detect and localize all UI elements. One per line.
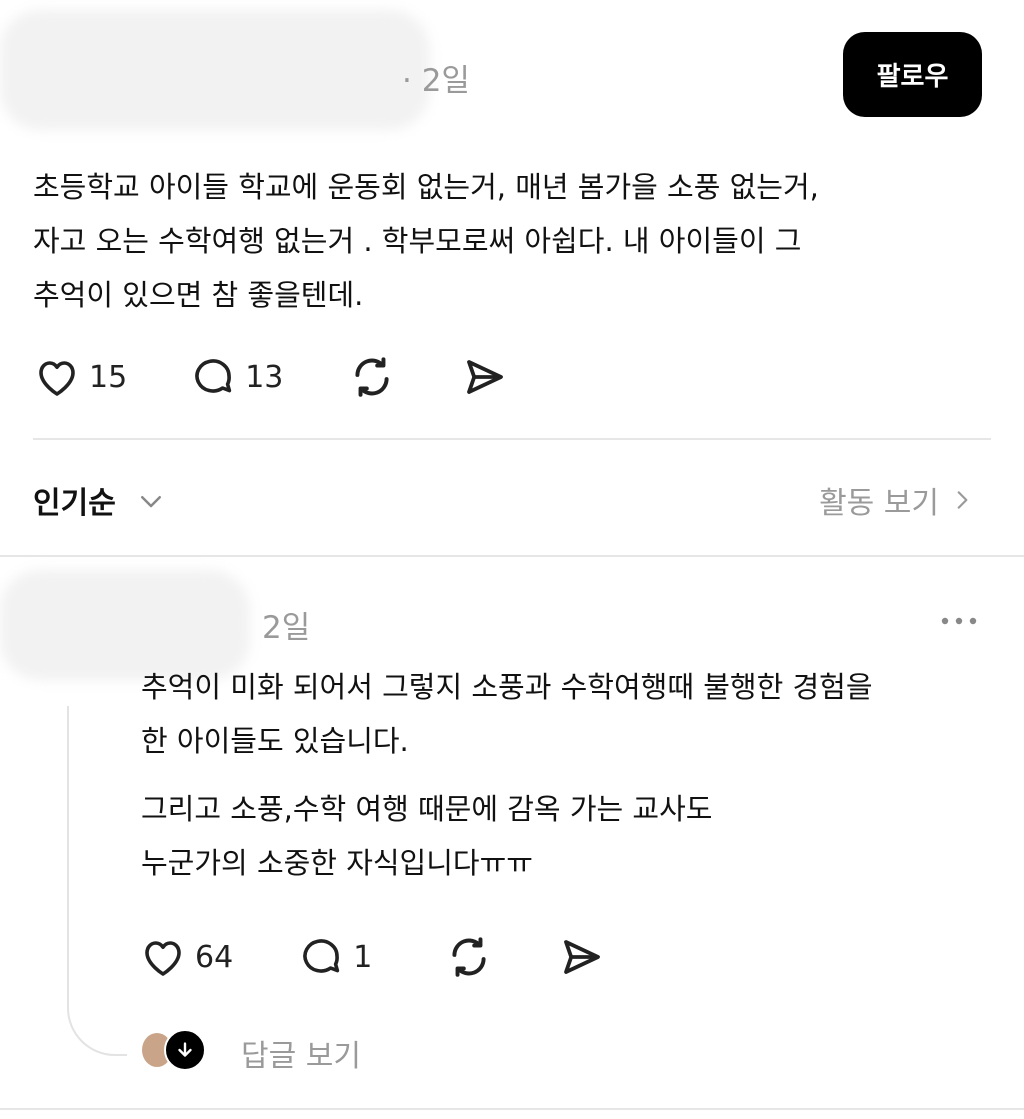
heart-icon	[39, 361, 75, 396]
comment-line: 그리고 소풍,수학 여행 때문에 감옥 가는 교사도	[141, 792, 713, 826]
activity-label: 활동 보기	[819, 486, 939, 521]
comment-body-2: 그리고 소풍,수학 여행 때문에 감옥 가는 교사도 누군가의 소중한 자식입니…	[141, 782, 991, 890]
share-button[interactable]	[461, 353, 509, 401]
post-actions: 15 13	[33, 352, 509, 402]
repost-button[interactable]	[347, 352, 397, 402]
post-line: 초등학교 아이들 학교에 운동회 없는거, 매년 봄가을 소풍 없는거,	[33, 170, 819, 204]
expand-replies-badge[interactable]	[164, 1029, 206, 1071]
chevron-right-icon	[957, 491, 968, 509]
comment-line: 한 아이들도 있습니다.	[141, 724, 409, 758]
comment-body: 추억이 미화 되어서 그렇지 소풍과 수학여행때 불행한 경험을 한 아이들도 …	[141, 660, 991, 768]
comment-button[interactable]: 1	[297, 933, 372, 981]
comment-timestamp: 2일	[262, 610, 311, 646]
share-icon	[564, 940, 601, 974]
repost-button[interactable]	[444, 932, 494, 982]
comment-count: 13	[245, 359, 284, 395]
more-icon[interactable]	[938, 612, 980, 630]
bottom-divider	[0, 1108, 1024, 1110]
like-button[interactable]: 15	[33, 353, 127, 401]
section-divider	[33, 438, 991, 440]
like-count: 15	[89, 359, 128, 395]
arrow-down-icon	[178, 1042, 192, 1057]
comment-line: 추억이 미화 되어서 그렇지 소풍과 수학여행때 불행한 경험을	[141, 670, 873, 704]
activity-link[interactable]: 활동 보기	[819, 478, 975, 522]
thread-line	[67, 706, 127, 1056]
sort-row: 인기순 활동 보기	[33, 474, 983, 524]
view-replies-link[interactable]: 답글 보기	[241, 1031, 361, 1075]
comment-button[interactable]: 13	[189, 353, 283, 401]
redacted-author-info	[0, 10, 430, 130]
post-line: 추억이 있으면 참 좋을텐데.	[33, 278, 364, 312]
comment-count: 1	[353, 939, 373, 975]
sort-dropdown[interactable]: 인기순	[33, 478, 116, 522]
comment-icon	[195, 359, 232, 393]
post-timestamp: · 2일	[402, 63, 470, 99]
chevron-down-icon[interactable]	[136, 486, 166, 516]
share-button[interactable]	[558, 933, 606, 981]
heart-icon	[145, 941, 181, 976]
share-icon	[467, 360, 504, 394]
repost-icon	[452, 937, 486, 977]
comment-line: 누군가의 소중한 자식입니다ㅠㅠ	[141, 846, 533, 880]
follow-button[interactable]: 팔로우	[843, 32, 982, 117]
comment-icon	[303, 939, 340, 973]
comment-actions: 64 1	[139, 932, 606, 982]
like-button[interactable]: 64	[139, 933, 233, 981]
reply-avatars[interactable]	[140, 1027, 210, 1073]
full-divider	[0, 555, 1024, 557]
repost-icon	[355, 357, 389, 397]
post-body: 초등학교 아이들 학교에 운동회 없는거, 매년 봄가을 소풍 없는거, 자고 …	[33, 160, 983, 322]
post-line: 자고 오는 수학여행 없는거 . 학부모로써 아쉽다. 내 아이들이 그	[33, 224, 802, 258]
like-count: 64	[195, 939, 234, 975]
